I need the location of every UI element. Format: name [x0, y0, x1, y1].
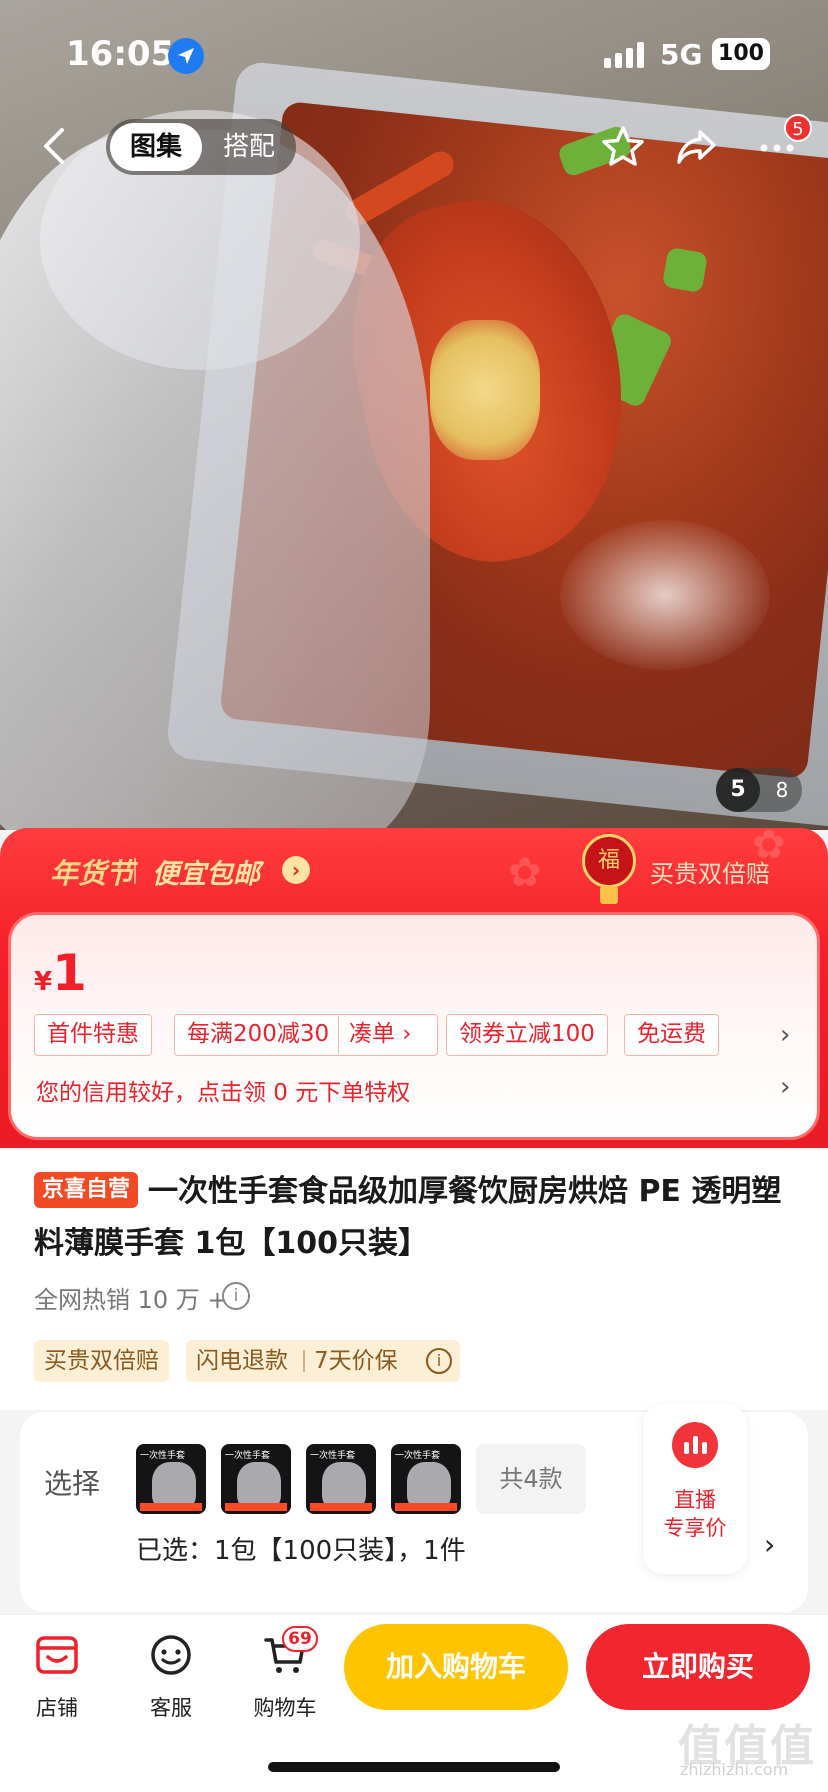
home-indicator[interactable] — [268, 1762, 560, 1772]
share-icon[interactable] — [672, 122, 722, 172]
tab-gallery[interactable]: 图集 — [110, 123, 202, 171]
combine-order-link[interactable]: 凑单 › — [338, 1016, 422, 1054]
lantern-tassel — [600, 886, 618, 904]
pepper — [661, 246, 709, 294]
selected-sku[interactable]: 已选：1包【100只装】，1件 — [136, 1530, 466, 1567]
product-title: 一次性手套食品级加厚餐饮厨房烘焙 PE 透明塑料薄膜手套 1包【100只装】 — [34, 1174, 782, 1261]
chat-face-icon — [151, 1635, 191, 1675]
promo-tag[interactable]: 领券立减100 — [446, 1014, 608, 1056]
sku-thumbnail[interactable]: 一次性手套 — [306, 1444, 376, 1514]
live-label: 直播 — [674, 1488, 716, 1512]
cart-count-badge: 69 — [282, 1626, 318, 1652]
credit-privilege-link[interactable]: 您的信用较好，点击领 0 元下单特权 — [36, 1073, 410, 1107]
price-amount: 1 — [52, 944, 87, 1002]
shop-icon — [36, 1636, 78, 1674]
live-label: 专享价 — [663, 1516, 727, 1540]
live-icon — [672, 1422, 718, 1468]
sauce-shine — [560, 520, 770, 670]
sku-thumbnail[interactable]: 一次性手套 — [391, 1444, 461, 1514]
thumb-text: 一次性手套 — [140, 1451, 186, 1461]
thumb-strip — [395, 1503, 457, 1511]
thumb-text: 一次性手套 — [310, 1451, 356, 1461]
sku-thumbnail[interactable]: 一次性手套 — [221, 1444, 291, 1514]
select-label: 选择 — [44, 1467, 101, 1500]
service-label: 客服 — [150, 1696, 192, 1720]
promo-tag[interactable]: 首件特惠 — [34, 1014, 152, 1056]
battery-icon: 100 — [712, 38, 770, 70]
gallery-counter: 5 8 — [716, 768, 802, 812]
promo-tag[interactable]: 免运费 — [624, 1014, 719, 1056]
guarantee-badge[interactable]: 买贵双倍赔 — [34, 1340, 169, 1382]
double-compensation-label[interactable]: 买贵双倍赔 — [650, 854, 770, 889]
network-type: 5G — [660, 38, 703, 71]
fu-lantern-icon: 福 — [582, 834, 636, 888]
shop-button[interactable]: 店铺 — [12, 1632, 102, 1742]
chevron-right-icon[interactable]: › — [282, 856, 310, 884]
thumb-text: 一次性手套 — [395, 1451, 441, 1461]
star-icon[interactable] — [598, 122, 648, 172]
price-currency: ¥ — [34, 967, 53, 997]
info-icon[interactable]: i — [426, 1348, 452, 1374]
chevron-right-icon[interactable]: › — [780, 1072, 790, 1102]
status-time: 16:05 — [66, 34, 175, 74]
chevron-right-icon[interactable]: › — [764, 1528, 775, 1561]
glove — [0, 130, 430, 830]
self-operated-badge: 京喜自营 — [34, 1172, 139, 1208]
festival-label: 年货节 — [50, 857, 135, 890]
sales-info: 全网热销 10 万 + — [34, 1286, 228, 1314]
chevron-right-icon[interactable]: › — [780, 1020, 790, 1050]
signal-icon — [604, 42, 644, 68]
gallery-total: 8 — [775, 778, 789, 802]
garlic — [430, 320, 540, 460]
watermark-url: zhizhizhi.com — [680, 1760, 789, 1779]
gallery-tab-switch: 图集 搭配 — [106, 119, 296, 175]
cheap-shipping-link[interactable]: 便宜包邮 — [152, 852, 260, 891]
service-button[interactable]: 客服 — [126, 1632, 216, 1742]
divider — [303, 1350, 305, 1372]
sku-thumbnail[interactable]: 一次性手套 — [136, 1444, 206, 1514]
cart-label: 购物车 — [253, 1696, 317, 1720]
thumb-strip — [225, 1503, 287, 1511]
location-icon — [168, 38, 204, 74]
thumb-text: 一次性手套 — [225, 1451, 271, 1461]
buy-now-button[interactable]: 立即购买 — [586, 1624, 810, 1710]
tab-pairing[interactable]: 搭配 — [206, 123, 292, 171]
sku-count-button[interactable]: 共4款 — [476, 1444, 586, 1514]
flower-decoration: ✿ — [508, 850, 542, 896]
status-bar: 16:05 5G 100 — [0, 0, 828, 100]
info-icon[interactable]: i — [222, 1282, 250, 1310]
cart-button[interactable]: 购物车 — [240, 1632, 330, 1742]
notification-badge: 5 — [784, 114, 812, 142]
back-arrow-icon[interactable] — [36, 124, 76, 168]
thumb-strip — [310, 1503, 372, 1511]
thumb-strip — [140, 1503, 202, 1511]
gallery-current: 5 — [716, 768, 760, 812]
guarantee-badge[interactable]: 7天价保 — [314, 1340, 398, 1382]
price: ¥1 — [34, 944, 87, 1002]
shop-label: 店铺 — [36, 1696, 78, 1720]
add-to-cart-button[interactable]: 加入购物车 — [344, 1624, 568, 1710]
divider — [134, 858, 136, 884]
